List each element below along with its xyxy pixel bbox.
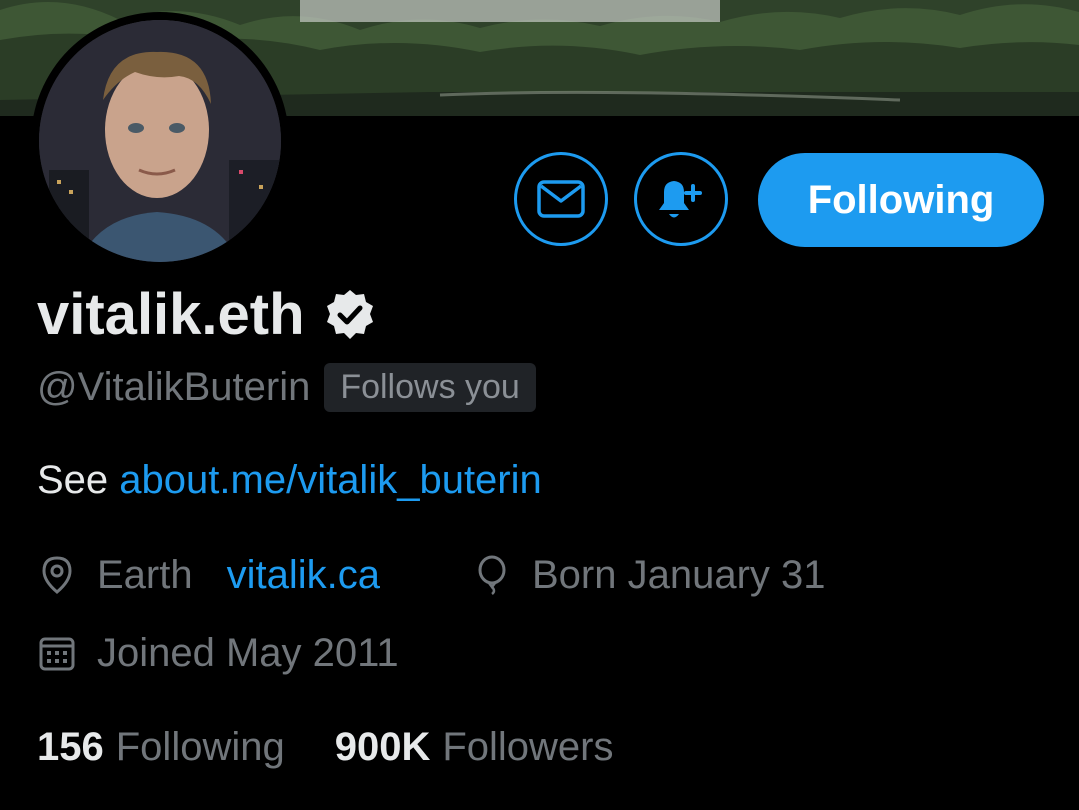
- avatar-image: [39, 20, 281, 262]
- handle: @VitalikButerin: [37, 364, 311, 409]
- bell-plus-icon: [659, 181, 702, 218]
- bio-link[interactable]: about.me/vitalik_buterin: [119, 458, 541, 502]
- following-button[interactable]: Following: [758, 153, 1044, 247]
- handle-row: @VitalikButerin Follows you: [37, 360, 536, 414]
- calendar-icon: [39, 637, 75, 671]
- follows-you-badge: Follows you: [324, 362, 536, 412]
- birthday-text: Born January 31: [532, 552, 826, 597]
- message-button[interactable]: [514, 152, 608, 246]
- bio-text: See: [37, 458, 120, 502]
- verified-badge-icon: [323, 288, 377, 342]
- follow-stats: 156 Following 900K Followers: [37, 722, 614, 772]
- joined-item: Joined May 2011: [37, 631, 399, 676]
- followers-count: 900K: [334, 724, 431, 769]
- location-item: Earth: [37, 553, 193, 598]
- joined-text: Joined May 2011: [97, 630, 399, 675]
- profile-meta-row: Earth vitalik.ca Born January 31: [37, 550, 826, 600]
- following-label: Following: [115, 724, 285, 769]
- birthday-item: Born January 31: [472, 553, 826, 598]
- bio: See about.me/vitalik_buterin: [37, 455, 542, 505]
- website-link[interactable]: vitalik.ca: [227, 553, 380, 598]
- display-name-row: vitalik.eth: [37, 280, 377, 350]
- notifications-button[interactable]: [634, 152, 728, 246]
- location-pin-icon: [42, 556, 72, 594]
- balloon-icon: [478, 555, 506, 595]
- envelope-icon: [537, 180, 585, 218]
- followers-label: Followers: [442, 724, 614, 769]
- followers-stat[interactable]: 900K Followers: [335, 725, 614, 770]
- joined-row: Joined May 2011: [37, 628, 399, 678]
- following-count: 156: [37, 724, 104, 769]
- following-stat[interactable]: 156 Following: [37, 725, 285, 770]
- avatar[interactable]: [39, 20, 281, 262]
- display-name: vitalik.eth: [37, 282, 305, 347]
- location-text: Earth: [97, 552, 193, 597]
